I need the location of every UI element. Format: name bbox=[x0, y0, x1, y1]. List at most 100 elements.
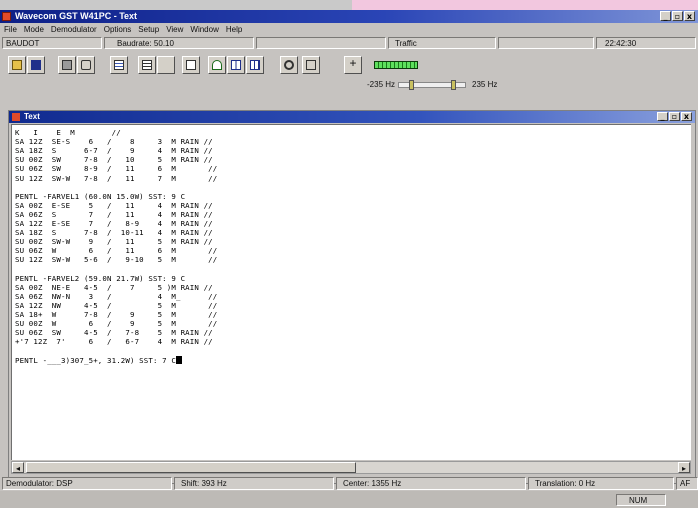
status-field-empty bbox=[256, 37, 386, 49]
text-window-controls: _ ▫ x bbox=[657, 112, 692, 121]
menu-demodulator[interactable]: Demodulator bbox=[51, 24, 97, 36]
close-button[interactable]: x bbox=[684, 11, 695, 21]
menu-file[interactable]: File bbox=[4, 24, 17, 36]
scope-icon bbox=[186, 60, 196, 70]
split-icon bbox=[231, 60, 241, 70]
terminal-line: K I E M // bbox=[15, 128, 121, 137]
text-minimize-button[interactable]: _ bbox=[657, 112, 668, 121]
app-icon bbox=[2, 12, 11, 21]
terminal-line: SA 12Z E-SE 7 / 8-9 4 M RAIN // bbox=[15, 219, 213, 228]
mode-field: BAUDOT bbox=[2, 37, 102, 49]
save-button[interactable] bbox=[27, 56, 45, 74]
terminal-line: SA 12Z NW 4-5 / 5 M // bbox=[15, 300, 218, 310]
terminal-line: SA 18Z S 7-8 / 10-11 4 M RAIN // bbox=[15, 228, 213, 238]
decoded-text-area[interactable]: K I E M //SA 12Z SE-S 6 / 8 3 M RAIN //S… bbox=[11, 124, 691, 460]
terminal-line: SA 06Z NW-N 3 / 4 M_ // bbox=[15, 291, 218, 301]
target-button[interactable] bbox=[280, 56, 298, 74]
clock-field: 22:42:30 bbox=[596, 37, 696, 49]
terminal-line: SU 12Z SW-W 7-8 / 11 7 M // bbox=[15, 173, 218, 183]
terminal-line: SA 18Z S 6-7 / 9 4 M RAIN // bbox=[15, 146, 213, 156]
terminal-line: PENTL -FARVEL2 (59.0N 21.7W) SST: 9 C bbox=[15, 273, 186, 283]
grid-button[interactable] bbox=[246, 56, 264, 74]
open-button[interactable] bbox=[8, 56, 26, 74]
signal-level-meter bbox=[374, 61, 418, 69]
terminal-line: SU 00Z SW 7-8 / 10 5 M RAIN // bbox=[15, 155, 213, 165]
terminal-line: PENTL -FARVEL1 (60.0N 15.0W) SST: 9 C bbox=[15, 191, 186, 201]
center-field: Center: 1355 Hz bbox=[336, 477, 526, 490]
tuning-low-label: -235 Hz bbox=[367, 80, 396, 89]
terminal-line: SA 12Z SE-S 6 / 8 3 M RAIN // bbox=[15, 137, 213, 147]
terminal-line: SU 12Z SW-W 5-6 / 9-10 5 M // bbox=[15, 255, 218, 265]
waveform-icon bbox=[212, 60, 222, 70]
af-field: AF bbox=[676, 477, 698, 490]
traffic-field: Traffic bbox=[388, 37, 496, 49]
terminal-line: SA 18+ W 7-8 / 9 5 M // bbox=[15, 310, 218, 319]
folder-icon bbox=[12, 60, 22, 70]
maximize-button[interactable]: ▫ bbox=[672, 11, 683, 21]
text-maximize-button[interactable]: ▫ bbox=[669, 112, 680, 121]
help-button[interactable] bbox=[77, 56, 95, 74]
terminal-line: SU 00Z W 6 / 9 5 M // bbox=[15, 319, 218, 329]
translation-field: Translation: 0 Hz bbox=[528, 477, 674, 490]
menu-setup[interactable]: Setup bbox=[138, 24, 159, 36]
num-lock-indicator: NUM bbox=[616, 494, 666, 506]
status-field-blank bbox=[498, 37, 594, 49]
menu-options[interactable]: Options bbox=[104, 24, 132, 36]
terminal-line: SA 06Z S 7 / 11 4 M RAIN // bbox=[15, 209, 213, 219]
text-cursor bbox=[175, 355, 182, 364]
list-icon bbox=[114, 60, 124, 70]
scroll-thumb[interactable] bbox=[26, 462, 356, 473]
tune-button[interactable] bbox=[302, 56, 320, 74]
horizontal-scrollbar[interactable]: ◂ ▸ bbox=[11, 461, 691, 474]
menu-mode[interactable]: Mode bbox=[24, 24, 44, 36]
minimize-button[interactable]: _ bbox=[660, 11, 671, 21]
tuning-high-label: 235 Hz bbox=[472, 80, 498, 89]
toolbar: + bbox=[0, 53, 698, 77]
terminal-line: SU 06Z SW 8-9 / 11 6 M // bbox=[15, 164, 218, 174]
tuning-marker-high[interactable] bbox=[451, 80, 457, 90]
help-icon bbox=[81, 60, 91, 70]
table-button[interactable] bbox=[138, 56, 156, 74]
text-window-title-bar[interactable]: Text _ ▫ x bbox=[9, 111, 695, 123]
terminal-line: PENTL -___3)307_5+, 31.2W) SST: 7 C bbox=[15, 355, 182, 365]
tune-icon bbox=[306, 60, 316, 70]
app-title-bar[interactable]: Wavecom GST W41PC - Text _ ▫ x bbox=[0, 10, 698, 23]
scroll-right-icon[interactable]: ▸ bbox=[678, 462, 690, 473]
baudrate-field: Baudrate: 50.10 bbox=[104, 37, 254, 49]
disk-icon bbox=[31, 60, 41, 70]
lower-status-strip: NUM bbox=[0, 491, 698, 508]
terminal-line: SA 00Z NE-E 4-5 / 7 5 )M RAIN // bbox=[15, 282, 213, 292]
menu-window[interactable]: Window bbox=[190, 24, 218, 36]
scope-button[interactable] bbox=[182, 56, 200, 74]
menu-view[interactable]: View bbox=[166, 24, 183, 36]
blank-button[interactable] bbox=[157, 56, 175, 74]
window-controls: _ ▫ x bbox=[660, 11, 695, 21]
top-status-row: BAUDOT Baudrate: 50.10 Traffic 22:42:30 bbox=[0, 37, 698, 51]
waveform-button[interactable] bbox=[208, 56, 226, 74]
scroll-left-icon[interactable]: ◂ bbox=[12, 462, 24, 473]
plus-icon: + bbox=[349, 56, 357, 70]
tuning-marker-low[interactable] bbox=[408, 80, 414, 90]
demodulator-field: Demodulator: DSP bbox=[2, 477, 172, 490]
tuning-row: -235 Hz 235 Hz bbox=[0, 78, 698, 92]
bottom-status-bar: Demodulator: DSP Shift: 393 Hz Center: 1… bbox=[0, 477, 698, 491]
menu-bar: File Mode Demodulator Options Setup View… bbox=[0, 24, 698, 36]
add-button[interactable]: + bbox=[344, 56, 362, 74]
tuning-slider[interactable] bbox=[398, 80, 466, 90]
grid-icon bbox=[250, 60, 260, 70]
text-child-window: Text _ ▫ x K I E M //SA 12Z SE-S 6 / 8 3… bbox=[8, 110, 696, 484]
menu-help[interactable]: Help bbox=[226, 24, 242, 36]
text-close-button[interactable]: x bbox=[681, 112, 692, 121]
text-window-title: Text bbox=[24, 112, 40, 121]
split-button[interactable] bbox=[227, 56, 245, 74]
print-button[interactable] bbox=[58, 56, 76, 74]
terminal-line: +'7 12Z 7' 6 / 6-7 4 M RAIN // bbox=[15, 337, 213, 347]
terminal-line: SA 00Z E-SE 5 / 11 4 M RAIN // bbox=[15, 200, 213, 210]
list-button[interactable] bbox=[110, 56, 128, 74]
printer-icon bbox=[62, 60, 72, 70]
terminal-line: SU 06Z W 6 / 11 6 M // bbox=[15, 246, 218, 256]
app-title: Wavecom GST W41PC - Text bbox=[15, 11, 138, 21]
document-icon bbox=[12, 113, 20, 121]
terminal-line: SU 00Z SW-W 9 / 11 5 M RAIN // bbox=[15, 237, 213, 247]
target-icon bbox=[284, 60, 294, 70]
